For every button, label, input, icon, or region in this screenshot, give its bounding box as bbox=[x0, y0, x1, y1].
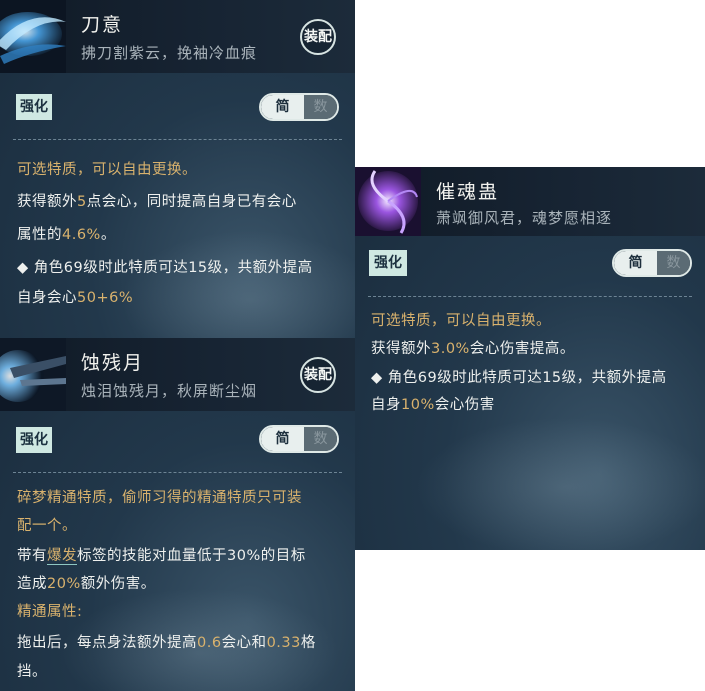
simple-detail-toggle[interactable]: 简 数 bbox=[259, 93, 339, 121]
card-title: 刀意 bbox=[81, 14, 124, 36]
card-subtitle: 萧飒御风君，魂梦愿相逐 bbox=[436, 209, 613, 227]
mastery-desc-line: 拖出后，每点身法额外提高0.6会心和0.33格 bbox=[17, 635, 316, 651]
trait-heading: 可选特质，可以自由更换。 bbox=[17, 162, 197, 178]
card-title: 催魂蛊 bbox=[436, 181, 500, 203]
trait-desc-line: 获得额外3.0%会心伤害提高。 bbox=[371, 341, 575, 357]
purple-vortex-icon bbox=[355, 167, 421, 236]
trait-heading: 可选特质，可以自由更换。 bbox=[371, 313, 551, 329]
strengthen-badge[interactable]: 强化 bbox=[369, 250, 407, 276]
trait-desc-line: 带有爆发标签的技能对血量低于30%的目标 bbox=[17, 548, 306, 565]
card-subtitle: 拂刀割紫云，挽袖冷血痕 bbox=[81, 44, 258, 62]
mastery-section-title: 精通属性: bbox=[17, 604, 83, 620]
toggle-simple[interactable]: 简 bbox=[261, 427, 304, 451]
level-note: ◆ 角色69级时此特质可达15级，共额外提高 bbox=[17, 260, 313, 276]
simple-detail-toggle[interactable]: 简 数 bbox=[612, 249, 692, 277]
trait-desc-line: 造成20%额外伤害。 bbox=[17, 576, 156, 592]
toggle-detail[interactable]: 数 bbox=[304, 427, 337, 451]
trait-desc-line: 属性的4.6%。 bbox=[17, 227, 116, 243]
level-bonus: 自身会心50+6% bbox=[17, 290, 134, 306]
blade-swirl-icon bbox=[0, 0, 66, 73]
divider bbox=[368, 296, 692, 297]
mastery-desc-line: 挡。 bbox=[17, 664, 47, 680]
card-header: 刀意 拂刀割紫云，挽袖冷血痕 装配 bbox=[0, 0, 355, 73]
strengthen-badge[interactable]: 强化 bbox=[16, 427, 52, 453]
crescent-blade-icon bbox=[0, 338, 66, 411]
level-bonus: 自身10%会心伤害 bbox=[371, 397, 495, 413]
level-note: ◆ 角色69级时此特质可达15级，共额外提高 bbox=[371, 370, 667, 386]
toggle-simple[interactable]: 简 bbox=[261, 95, 304, 119]
divider bbox=[13, 139, 342, 140]
toggle-detail[interactable]: 数 bbox=[657, 251, 690, 275]
mist-decoration bbox=[120, 230, 355, 338]
trait-card-soul-gu: 催魂蛊 萧飒御风君，魂梦愿相逐 强化 简 数 可选特质，可以自由更换。 获得额外… bbox=[355, 167, 705, 550]
card-header: 催魂蛊 萧飒御风君，魂梦愿相逐 bbox=[355, 167, 705, 236]
burst-keyword-link[interactable]: 爆发 bbox=[47, 548, 77, 565]
toggle-simple[interactable]: 简 bbox=[614, 251, 657, 275]
card-header: 蚀残月 烛泪蚀残月，秋屏断尘烟 装配 bbox=[0, 338, 355, 411]
trait-desc-line: 获得额外5点会心，同时提高自身已有会心 bbox=[17, 194, 297, 210]
divider bbox=[13, 472, 342, 473]
trait-heading: 配一个。 bbox=[17, 518, 77, 534]
equip-button[interactable]: 装配 bbox=[300, 19, 336, 55]
mist-decoration bbox=[415, 417, 705, 550]
card-title: 蚀残月 bbox=[81, 352, 145, 374]
trait-card-eclipse-moon: 蚀残月 烛泪蚀残月，秋屏断尘烟 装配 强化 简 数 碎梦精通特质，偷师习得的精通… bbox=[0, 338, 355, 691]
strengthen-badge[interactable]: 强化 bbox=[16, 94, 52, 120]
toggle-detail[interactable]: 数 bbox=[304, 95, 337, 119]
simple-detail-toggle[interactable]: 简 数 bbox=[259, 425, 339, 453]
equip-button[interactable]: 装配 bbox=[300, 357, 336, 393]
card-subtitle: 烛泪蚀残月，秋屏断尘烟 bbox=[81, 382, 258, 400]
trait-heading: 碎梦精通特质，偷师习得的精通特质只可装 bbox=[17, 490, 302, 506]
trait-card-blade-intent: 刀意 拂刀割紫云，挽袖冷血痕 装配 强化 简 数 可选特质，可以自由更换。 获得… bbox=[0, 0, 355, 338]
